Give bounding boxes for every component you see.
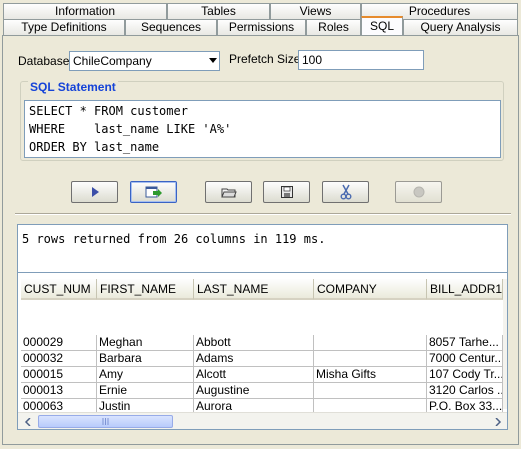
sql-line: SELECT * FROM customer [29,104,188,118]
column-header-last-name[interactable]: LAST_NAME [194,279,314,300]
database-value: ChileCompany [73,54,152,68]
results-grid[interactable]: CUST_NUM FIRST_NAME LAST_NAME COMPANY BI… [17,272,508,430]
stop-icon [413,186,424,198]
cell-company[interactable] [314,383,427,399]
column-header-bill-addr1[interactable]: BILL_ADDR1 [427,279,503,300]
cell-bill-addr1[interactable]: 107 Cody Tr... [427,367,503,383]
cell-first-name[interactable]: Barbara [97,351,194,367]
prefetch-size-input[interactable]: 100 [298,50,424,70]
tab-sequences[interactable]: Sequences [125,19,217,35]
prefetch-label: Prefetch Size: [229,52,304,66]
scroll-thumb[interactable] [38,415,173,428]
splitter[interactable] [15,213,511,215]
column-header-company[interactable]: COMPANY [314,279,427,300]
result-message: 5 rows returned from 26 columns in 119 m… [22,232,326,246]
save-button[interactable] [263,181,310,203]
tab-query-analysis[interactable]: Query Analysis [403,19,518,35]
scroll-left-button[interactable] [20,414,36,429]
cell-last-name[interactable]: Abbott [194,335,314,351]
cell-company[interactable]: Misha Gifts [314,367,427,383]
column-header-cust-num[interactable]: CUST_NUM [21,279,97,300]
tab-type-definitions[interactable]: Type Definitions [3,19,125,35]
cell-cust-num[interactable]: 000013 [21,383,97,399]
vertical-scrollbar[interactable] [503,279,507,409]
tab-roles[interactable]: Roles [306,19,361,35]
cell-bill-addr1[interactable]: 8057 Tarhe... [427,335,503,351]
sql-line: ORDER BY last_name [29,140,160,154]
cell-first-name[interactable]: Amy [97,367,194,383]
database-label: Database: [18,54,73,68]
database-select[interactable]: ChileCompany [69,51,220,71]
cell-first-name[interactable]: Ernie [97,383,194,399]
tab-tables[interactable]: Tables [167,3,270,19]
tab-sql[interactable]: SQL [361,16,403,35]
scroll-right-icon [495,417,502,426]
run-icon [91,187,99,197]
execute-to-window-button[interactable] [130,181,177,203]
run-button[interactable] [71,181,118,203]
cell-last-name[interactable]: Alcott [194,367,314,383]
scroll-right-button[interactable] [490,414,506,429]
horizontal-scrollbar[interactable] [18,412,507,429]
cell-last-name[interactable]: Augustine [194,383,314,399]
sql-statement-legend: SQL Statement [28,80,118,94]
save-disk-icon [280,186,293,198]
open-button[interactable] [205,181,252,203]
tab-views[interactable]: Views [270,3,361,19]
cell-cust-num[interactable]: 000032 [21,351,97,367]
cut-scissors-icon [340,184,351,200]
stop-button[interactable] [395,181,442,203]
result-message-area: 5 rows returned from 26 columns in 119 m… [17,224,508,272]
cell-company[interactable] [314,335,427,351]
grip-icon [102,418,108,425]
column-header-first-name[interactable]: FIRST_NAME [97,279,194,300]
cell-first-name[interactable]: Meghan [97,335,194,351]
cut-button[interactable] [322,181,369,203]
cell-cust-num[interactable]: 000015 [21,367,97,383]
cell-company[interactable] [314,351,427,367]
scroll-left-icon [24,417,31,426]
sql-editor[interactable]: SELECT * FROM customer WHERE last_name L… [24,100,501,158]
cell-bill-addr1[interactable]: 7000 Centur... [427,351,503,367]
tab-permissions[interactable]: Permissions [217,19,306,35]
sql-tab-panel: Database: ChileCompany Prefetch Size: 10… [2,35,519,445]
tab-information[interactable]: Information [3,3,167,19]
cell-cust-num[interactable]: 000029 [21,335,97,351]
open-folder-icon [220,188,237,198]
cell-bill-addr1[interactable]: 3120 Carlos ... [427,383,503,399]
execute-to-window-icon [145,186,162,198]
cell-last-name[interactable]: Adams [194,351,314,367]
chevron-down-icon [209,58,217,63]
sql-line: WHERE last_name LIKE 'A%' [29,122,232,136]
